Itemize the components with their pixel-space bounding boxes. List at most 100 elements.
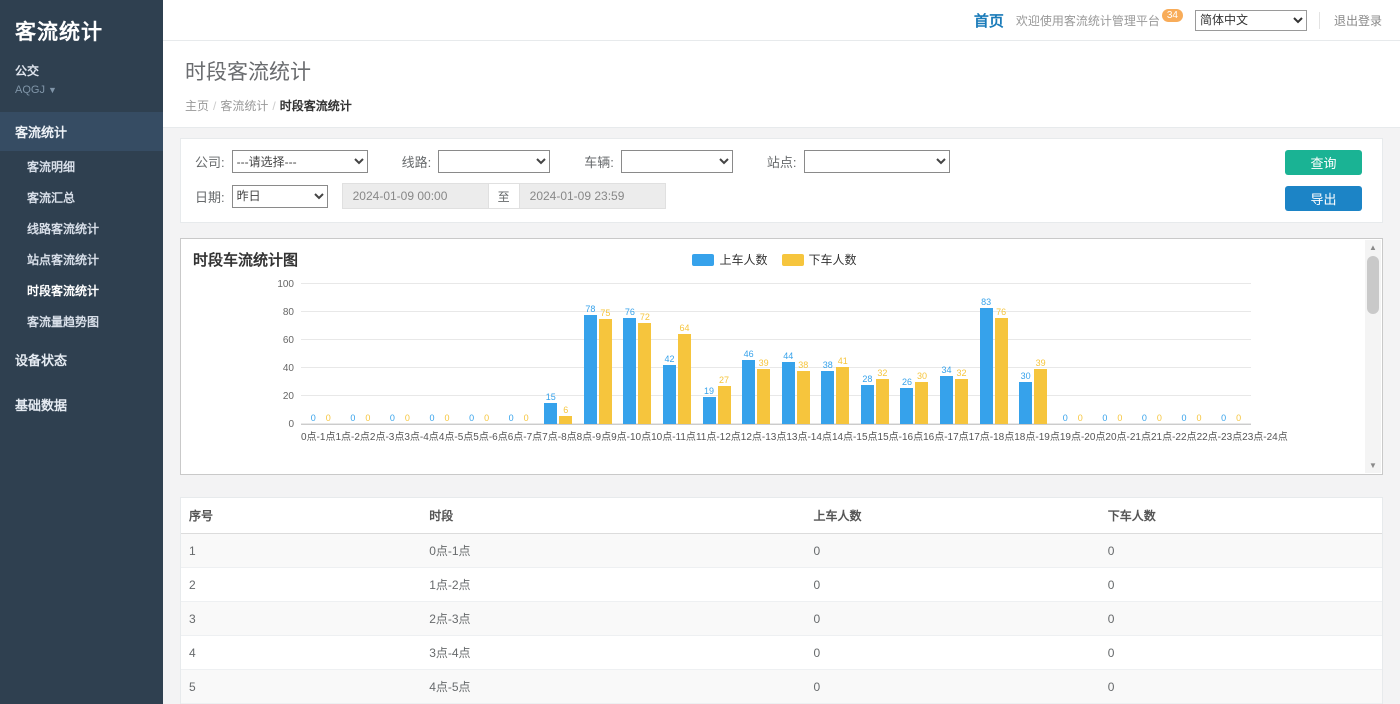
breadcrumb-item[interactable]: 主页 [185, 99, 209, 113]
bar-wrap: 0 [1217, 413, 1230, 424]
profile-org: 公交 [15, 62, 148, 79]
bar-wrap: 0 [1113, 413, 1126, 424]
scroll-down-icon[interactable]: ▼ [1365, 458, 1381, 473]
content: 公司: ---请选择--- 线路: 车辆: 站点: 日期: 昨日 至 [163, 128, 1400, 704]
bar-value-label: 0 [484, 413, 489, 423]
bar-wrap: 28 [861, 374, 874, 424]
legend-item[interactable]: 上车人数 [692, 251, 767, 268]
chevron-down-icon: ▼ [48, 85, 57, 95]
x-axis-label: 16点-17点 [923, 428, 969, 443]
query-button[interactable]: 查询 [1285, 150, 1362, 175]
table-row: 10点-1点00 [181, 534, 1382, 568]
bar-value-label: 0 [1196, 413, 1201, 423]
bar-value-label: 41 [838, 356, 848, 366]
bar-value-label: 39 [1036, 358, 1046, 368]
y-axis-tick: 80 [283, 307, 294, 318]
date-preset-select[interactable]: 昨日 [232, 185, 328, 208]
bar-group: 2630 [895, 285, 935, 424]
sidebar-item-base-data[interactable]: 基础数据 [0, 382, 163, 427]
sidebar-item-device-status[interactable]: 设备状态 [0, 337, 163, 382]
chart-legend: 上车人数下车人数 [193, 249, 1356, 268]
sidebar-submenu: 客流明细客流汇总线路客流统计站点客流统计时段客流统计客流量趋势图 [0, 151, 163, 337]
sidebar-item-客流汇总[interactable]: 客流汇总 [0, 182, 163, 213]
bar-value-label: 0 [469, 413, 474, 423]
bar [955, 379, 968, 424]
bar [980, 308, 993, 424]
sidebar-item-passenger-stats[interactable]: 客流统计 [0, 112, 163, 151]
bar-value-label: 27 [719, 375, 729, 385]
x-axis-label: 6点-7点 [508, 428, 542, 443]
table-row: 21点-2点00 [181, 568, 1382, 602]
bar-value-label: 32 [877, 368, 887, 378]
bar-value-label: 72 [640, 312, 650, 322]
bar-value-label: 0 [524, 413, 529, 423]
bar-value-label: 44 [783, 351, 793, 361]
bar-group: 00 [1132, 285, 1172, 424]
chart-head: 时段车流统计图 上车人数下车人数 [193, 249, 1356, 271]
sidebar-nav: 客流统计 客流明细客流汇总线路客流统计站点客流统计时段客流统计客流量趋势图 设备… [0, 112, 163, 427]
table-cell: 0 [1100, 636, 1382, 670]
chart-panel: 时段车流统计图 上车人数下车人数 00000000000015678757672… [180, 238, 1383, 475]
sidebar-item-客流量趋势图[interactable]: 客流量趋势图 [0, 306, 163, 337]
sidebar-item-站点客流统计[interactable]: 站点客流统计 [0, 244, 163, 275]
bar-group: 00 [1053, 285, 1093, 424]
bar-wrap: 30 [1019, 371, 1032, 424]
bar-wrap: 46 [742, 349, 755, 424]
date-label: 日期: [195, 187, 225, 206]
export-button[interactable]: 导出 [1285, 186, 1362, 211]
line-select[interactable] [438, 150, 550, 173]
breadcrumb-separator: / [268, 99, 279, 113]
profile-user-menu[interactable]: AQGJ ▼ [15, 84, 148, 96]
bar-group: 156 [538, 285, 578, 424]
bar-wrap: 6 [559, 405, 572, 424]
bar-group: 2832 [855, 285, 895, 424]
bar-wrap: 83 [980, 297, 993, 424]
date-end-input[interactable] [519, 183, 666, 209]
company-select[interactable]: ---请选择--- [232, 150, 368, 173]
x-axis-label: 4点-5点 [439, 428, 473, 443]
logout-link[interactable]: 退出登录 [1319, 12, 1382, 29]
date-start-input[interactable] [342, 183, 489, 209]
notification-badge[interactable]: 34 [1162, 9, 1183, 22]
bar-wrap: 0 [1153, 413, 1166, 424]
scroll-up-icon[interactable]: ▲ [1365, 240, 1381, 255]
bar-wrap: 38 [821, 360, 834, 424]
bar-wrap: 76 [623, 307, 636, 424]
sidebar-item-线路客流统计[interactable]: 线路客流统计 [0, 213, 163, 244]
bar-group: 4639 [736, 285, 776, 424]
chart-scrollbar[interactable]: ▲ ▼ [1365, 240, 1381, 473]
breadcrumb-item[interactable]: 客流统计 [220, 99, 268, 113]
x-axis-label-text: 7点-8点 [542, 428, 576, 443]
x-axis-label: 19点-20点 [1060, 428, 1106, 443]
bar-wrap: 64 [678, 323, 691, 424]
legend-item[interactable]: 下车人数 [782, 251, 857, 268]
sidebar-item-时段客流统计[interactable]: 时段客流统计 [0, 275, 163, 306]
sidebar-item-客流明细[interactable]: 客流明细 [0, 151, 163, 182]
bar [1019, 382, 1032, 424]
bar-value-label: 64 [679, 323, 689, 333]
x-axis-label: 13点-14点 [786, 428, 832, 443]
x-axis-label: 23点-24点 [1242, 428, 1288, 443]
station-select[interactable] [804, 150, 950, 173]
table-cell: 1 [181, 534, 421, 568]
data-table-panel: 序号时段上车人数下车人数 10点-1点0021点-2点0032点-3点0043点… [180, 497, 1383, 704]
scrollbar-thumb[interactable] [1367, 256, 1379, 314]
date-range-group: 至 [342, 183, 666, 209]
home-link[interactable]: 首页 [974, 10, 1004, 31]
x-axis-label-text: 23点-24点 [1242, 428, 1288, 443]
legend-swatch [782, 254, 804, 266]
x-axis-label-text: 13点-14点 [786, 428, 832, 443]
language-select[interactable]: 简体中文 [1195, 10, 1307, 31]
bar-value-label: 0 [1236, 413, 1241, 423]
x-axis-label: 2点-3点 [370, 428, 404, 443]
bar [638, 323, 651, 424]
bar-wrap: 0 [307, 413, 320, 424]
bar [995, 318, 1008, 424]
vehicle-select[interactable] [621, 150, 733, 173]
bar [900, 388, 913, 424]
date-to-label: 至 [489, 183, 519, 209]
bar-group: 00 [1093, 285, 1133, 424]
table-row: 32点-3点00 [181, 602, 1382, 636]
bar [861, 385, 874, 424]
bar-wrap: 0 [322, 413, 335, 424]
